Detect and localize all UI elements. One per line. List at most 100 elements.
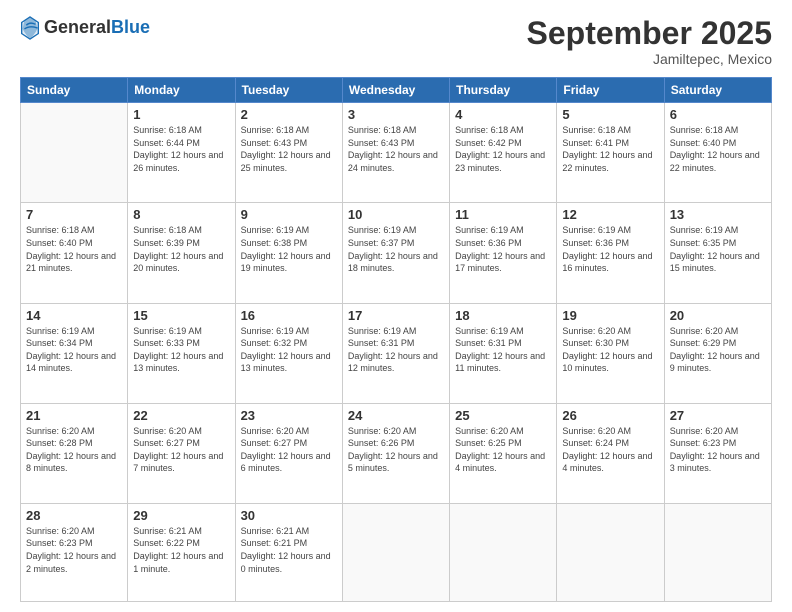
table-row: 18 Sunrise: 6:19 AMSunset: 6:31 PMDaylig… <box>450 303 557 403</box>
cell-date: 25 <box>455 408 551 423</box>
cell-date: 30 <box>241 508 337 523</box>
cell-info: Sunrise: 6:21 AMSunset: 6:21 PMDaylight:… <box>241 526 331 574</box>
cell-date: 22 <box>133 408 229 423</box>
month-title: September 2025 <box>527 16 772 51</box>
cell-info: Sunrise: 6:18 AMSunset: 6:39 PMDaylight:… <box>133 225 223 273</box>
cell-info: Sunrise: 6:19 AMSunset: 6:31 PMDaylight:… <box>348 326 438 374</box>
cell-info: Sunrise: 6:19 AMSunset: 6:37 PMDaylight:… <box>348 225 438 273</box>
col-saturday: Saturday <box>664 78 771 103</box>
logo-icon <box>20 16 40 40</box>
table-row: 7 Sunrise: 6:18 AMSunset: 6:40 PMDayligh… <box>21 203 128 303</box>
cell-info: Sunrise: 6:18 AMSunset: 6:42 PMDaylight:… <box>455 125 545 173</box>
table-row: 3 Sunrise: 6:18 AMSunset: 6:43 PMDayligh… <box>342 103 449 203</box>
title-block: September 2025 Jamiltepec, Mexico <box>527 16 772 67</box>
cell-date: 26 <box>562 408 658 423</box>
cell-info: Sunrise: 6:20 AMSunset: 6:29 PMDaylight:… <box>670 326 760 374</box>
cell-date: 8 <box>133 207 229 222</box>
table-row <box>450 503 557 601</box>
logo-blue: Blue <box>111 18 150 38</box>
cell-date: 28 <box>26 508 122 523</box>
table-row <box>557 503 664 601</box>
cell-date: 12 <box>562 207 658 222</box>
cell-date: 17 <box>348 308 444 323</box>
table-row: 15 Sunrise: 6:19 AMSunset: 6:33 PMDaylig… <box>128 303 235 403</box>
cell-info: Sunrise: 6:20 AMSunset: 6:25 PMDaylight:… <box>455 426 545 474</box>
cell-info: Sunrise: 6:20 AMSunset: 6:23 PMDaylight:… <box>26 526 116 574</box>
cell-info: Sunrise: 6:20 AMSunset: 6:28 PMDaylight:… <box>26 426 116 474</box>
cell-date: 27 <box>670 408 766 423</box>
cell-date: 7 <box>26 207 122 222</box>
table-row: 2 Sunrise: 6:18 AMSunset: 6:43 PMDayligh… <box>235 103 342 203</box>
cell-info: Sunrise: 6:20 AMSunset: 6:26 PMDaylight:… <box>348 426 438 474</box>
table-row: 1 Sunrise: 6:18 AMSunset: 6:44 PMDayligh… <box>128 103 235 203</box>
cell-info: Sunrise: 6:18 AMSunset: 6:43 PMDaylight:… <box>241 125 331 173</box>
cell-info: Sunrise: 6:18 AMSunset: 6:40 PMDaylight:… <box>26 225 116 273</box>
logo-general: General <box>44 18 111 38</box>
table-row: 26 Sunrise: 6:20 AMSunset: 6:24 PMDaylig… <box>557 403 664 503</box>
cell-info: Sunrise: 6:19 AMSunset: 6:36 PMDaylight:… <box>562 225 652 273</box>
table-row: 29 Sunrise: 6:21 AMSunset: 6:22 PMDaylig… <box>128 503 235 601</box>
cell-date: 1 <box>133 107 229 122</box>
table-row: 24 Sunrise: 6:20 AMSunset: 6:26 PMDaylig… <box>342 403 449 503</box>
cell-info: Sunrise: 6:19 AMSunset: 6:32 PMDaylight:… <box>241 326 331 374</box>
table-row: 20 Sunrise: 6:20 AMSunset: 6:29 PMDaylig… <box>664 303 771 403</box>
cell-info: Sunrise: 6:20 AMSunset: 6:27 PMDaylight:… <box>133 426 223 474</box>
cell-date: 19 <box>562 308 658 323</box>
table-row: 27 Sunrise: 6:20 AMSunset: 6:23 PMDaylig… <box>664 403 771 503</box>
table-row: 12 Sunrise: 6:19 AMSunset: 6:36 PMDaylig… <box>557 203 664 303</box>
cell-date: 4 <box>455 107 551 122</box>
table-row: 22 Sunrise: 6:20 AMSunset: 6:27 PMDaylig… <box>128 403 235 503</box>
table-row <box>21 103 128 203</box>
header: GeneralBlue September 2025 Jamiltepec, M… <box>20 16 772 67</box>
cell-date: 10 <box>348 207 444 222</box>
cell-info: Sunrise: 6:20 AMSunset: 6:24 PMDaylight:… <box>562 426 652 474</box>
table-row: 14 Sunrise: 6:19 AMSunset: 6:34 PMDaylig… <box>21 303 128 403</box>
cell-info: Sunrise: 6:19 AMSunset: 6:36 PMDaylight:… <box>455 225 545 273</box>
cell-date: 11 <box>455 207 551 222</box>
table-row: 17 Sunrise: 6:19 AMSunset: 6:31 PMDaylig… <box>342 303 449 403</box>
cell-info: Sunrise: 6:18 AMSunset: 6:41 PMDaylight:… <box>562 125 652 173</box>
table-row: 10 Sunrise: 6:19 AMSunset: 6:37 PMDaylig… <box>342 203 449 303</box>
cell-info: Sunrise: 6:18 AMSunset: 6:40 PMDaylight:… <box>670 125 760 173</box>
cell-date: 16 <box>241 308 337 323</box>
cell-info: Sunrise: 6:19 AMSunset: 6:34 PMDaylight:… <box>26 326 116 374</box>
col-wednesday: Wednesday <box>342 78 449 103</box>
table-row: 25 Sunrise: 6:20 AMSunset: 6:25 PMDaylig… <box>450 403 557 503</box>
cell-info: Sunrise: 6:19 AMSunset: 6:33 PMDaylight:… <box>133 326 223 374</box>
table-row: 11 Sunrise: 6:19 AMSunset: 6:36 PMDaylig… <box>450 203 557 303</box>
table-row: 13 Sunrise: 6:19 AMSunset: 6:35 PMDaylig… <box>664 203 771 303</box>
table-row: 9 Sunrise: 6:19 AMSunset: 6:38 PMDayligh… <box>235 203 342 303</box>
cell-info: Sunrise: 6:20 AMSunset: 6:27 PMDaylight:… <box>241 426 331 474</box>
table-row: 16 Sunrise: 6:19 AMSunset: 6:32 PMDaylig… <box>235 303 342 403</box>
table-row: 4 Sunrise: 6:18 AMSunset: 6:42 PMDayligh… <box>450 103 557 203</box>
col-tuesday: Tuesday <box>235 78 342 103</box>
table-row: 19 Sunrise: 6:20 AMSunset: 6:30 PMDaylig… <box>557 303 664 403</box>
table-row: 21 Sunrise: 6:20 AMSunset: 6:28 PMDaylig… <box>21 403 128 503</box>
cell-date: 6 <box>670 107 766 122</box>
cell-date: 5 <box>562 107 658 122</box>
cell-date: 14 <box>26 308 122 323</box>
subtitle: Jamiltepec, Mexico <box>527 51 772 67</box>
table-row <box>342 503 449 601</box>
table-row: 5 Sunrise: 6:18 AMSunset: 6:41 PMDayligh… <box>557 103 664 203</box>
page: GeneralBlue September 2025 Jamiltepec, M… <box>0 0 792 612</box>
cell-info: Sunrise: 6:21 AMSunset: 6:22 PMDaylight:… <box>133 526 223 574</box>
cell-date: 13 <box>670 207 766 222</box>
cell-date: 15 <box>133 308 229 323</box>
cell-date: 23 <box>241 408 337 423</box>
logo-text: GeneralBlue <box>44 18 150 38</box>
table-row: 8 Sunrise: 6:18 AMSunset: 6:39 PMDayligh… <box>128 203 235 303</box>
cell-info: Sunrise: 6:19 AMSunset: 6:38 PMDaylight:… <box>241 225 331 273</box>
logo: GeneralBlue <box>20 16 150 40</box>
col-thursday: Thursday <box>450 78 557 103</box>
cell-info: Sunrise: 6:18 AMSunset: 6:43 PMDaylight:… <box>348 125 438 173</box>
table-row: 28 Sunrise: 6:20 AMSunset: 6:23 PMDaylig… <box>21 503 128 601</box>
calendar-header-row: Sunday Monday Tuesday Wednesday Thursday… <box>21 78 772 103</box>
table-row: 6 Sunrise: 6:18 AMSunset: 6:40 PMDayligh… <box>664 103 771 203</box>
cell-date: 3 <box>348 107 444 122</box>
table-row: 30 Sunrise: 6:21 AMSunset: 6:21 PMDaylig… <box>235 503 342 601</box>
cell-date: 2 <box>241 107 337 122</box>
cell-date: 21 <box>26 408 122 423</box>
col-friday: Friday <box>557 78 664 103</box>
table-row <box>664 503 771 601</box>
